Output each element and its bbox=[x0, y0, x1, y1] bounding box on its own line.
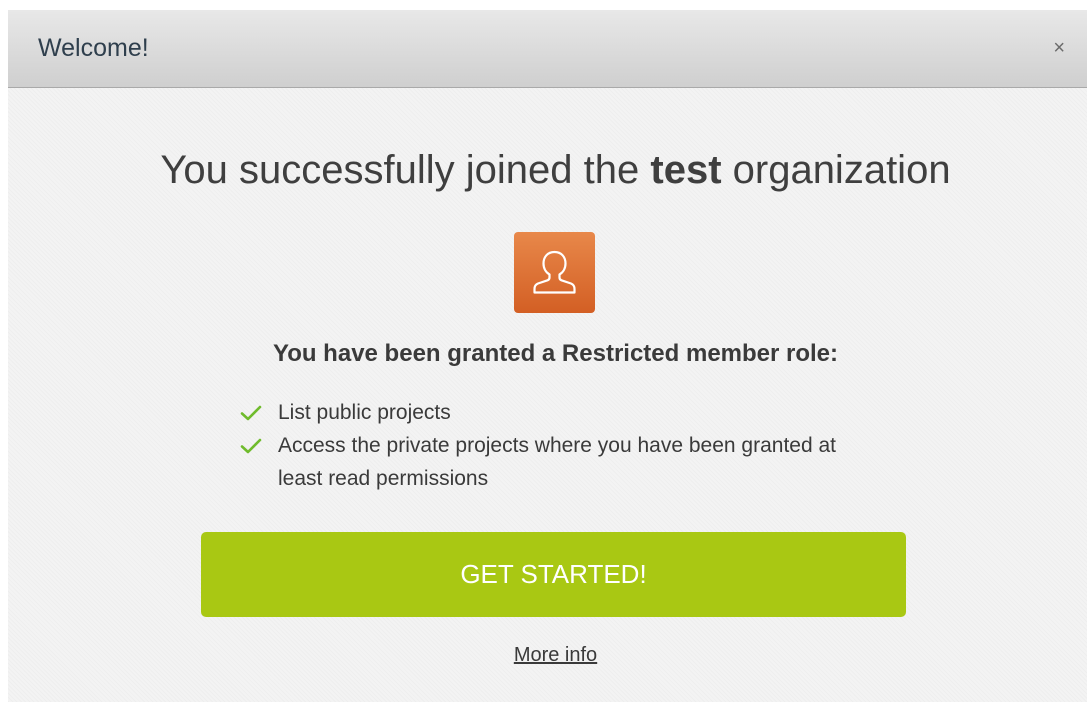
join-headline: You successfully joined the test organiz… bbox=[8, 145, 1087, 195]
more-info-container: More info bbox=[8, 642, 1087, 668]
check-icon bbox=[240, 405, 262, 421]
role-description: You have been granted a Restricted membe… bbox=[272, 340, 839, 367]
headline-suffix: organization bbox=[721, 148, 951, 192]
headline-prefix: You successfully joined the bbox=[160, 148, 651, 192]
check-icon bbox=[240, 438, 262, 454]
more-info-link[interactable]: More info bbox=[514, 644, 597, 666]
permission-list: List public projects Access the private … bbox=[240, 396, 880, 495]
organization-name: test bbox=[650, 148, 722, 192]
get-started-button[interactable]: GET STARTED! bbox=[201, 532, 906, 617]
modal-header: Welcome! × bbox=[8, 10, 1087, 88]
welcome-modal: Welcome! × You successfully joined the t… bbox=[8, 10, 1087, 702]
permission-text: List public projects bbox=[278, 401, 451, 424]
permission-item: List public projects bbox=[240, 396, 880, 429]
modal-title: Welcome! bbox=[38, 34, 149, 62]
permission-item: Access the private projects where you ha… bbox=[240, 429, 880, 495]
close-icon[interactable]: × bbox=[1053, 36, 1065, 60]
permission-text: Access the private projects where you ha… bbox=[278, 434, 836, 490]
user-icon bbox=[514, 232, 595, 313]
